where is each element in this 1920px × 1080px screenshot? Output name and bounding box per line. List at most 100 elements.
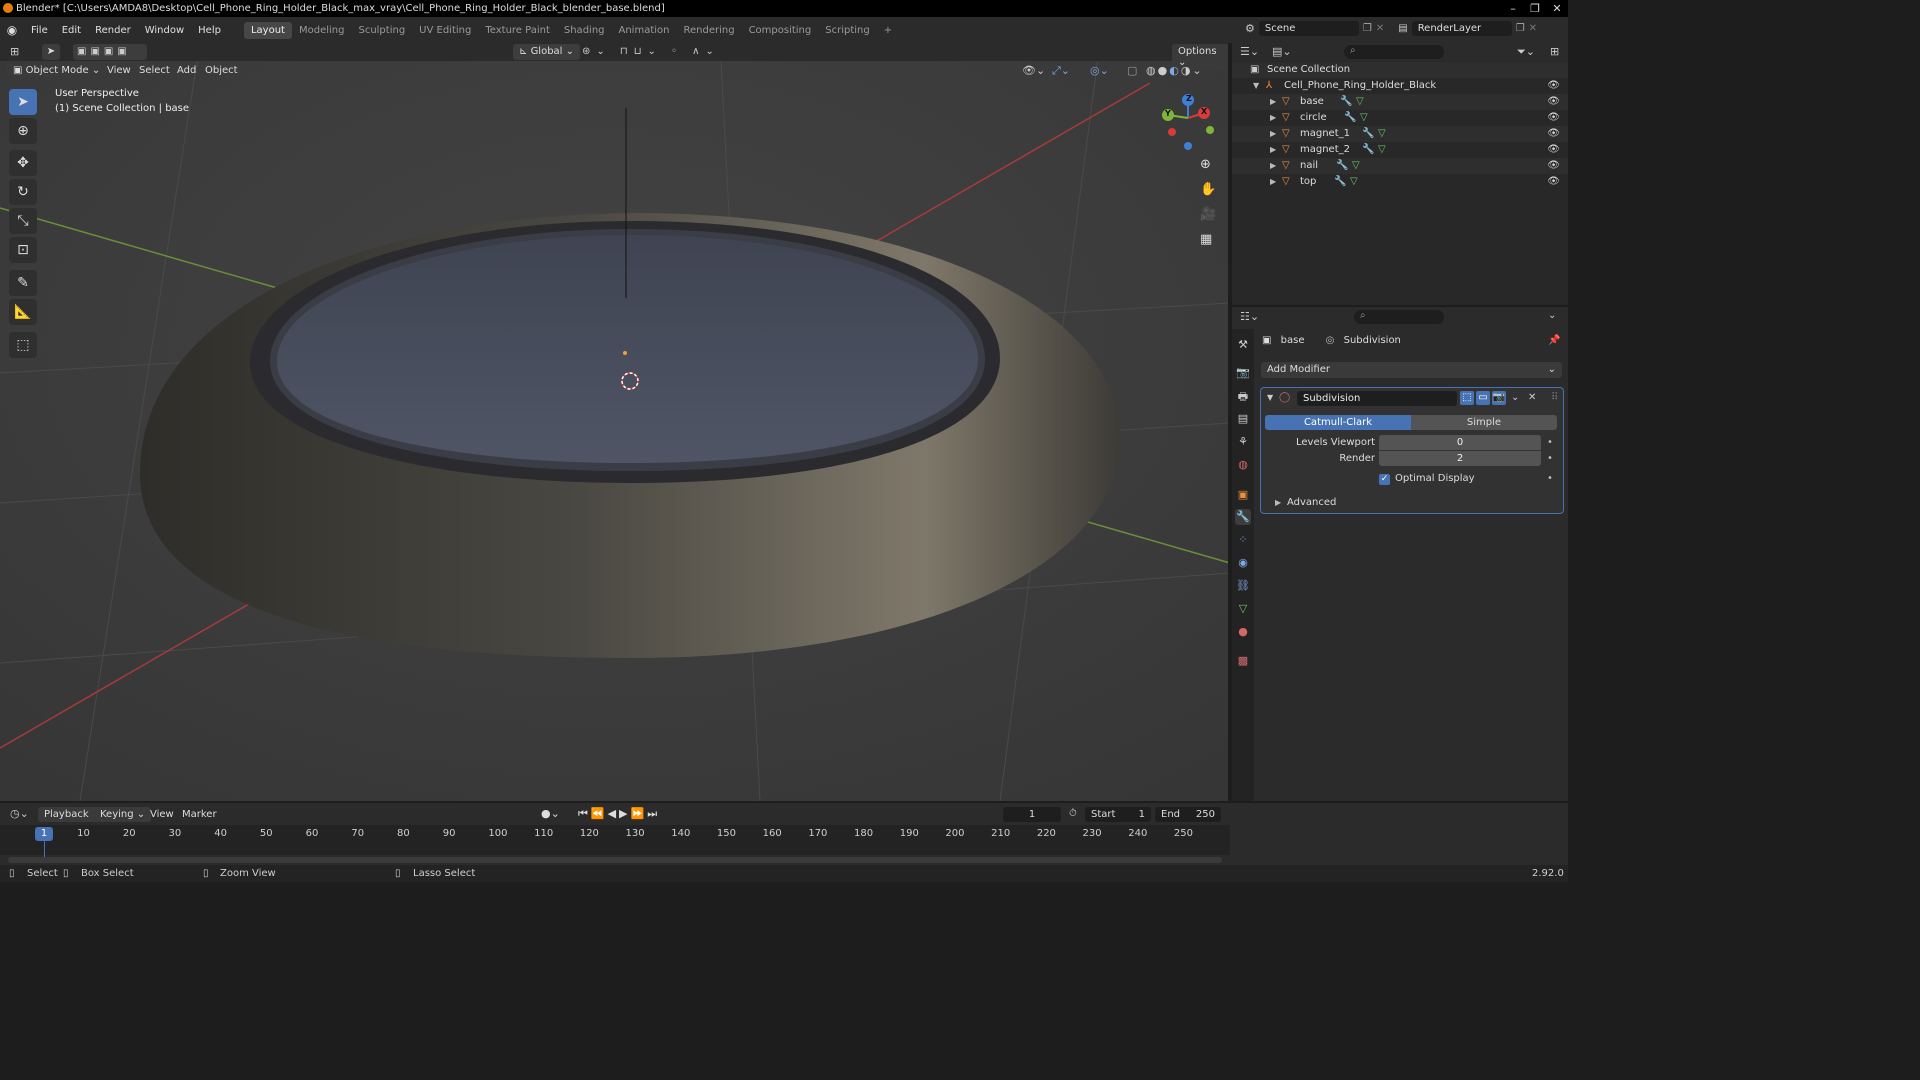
texture-tab-icon[interactable]: ▩ bbox=[1235, 653, 1251, 669]
optimal-display-checkbox[interactable]: ✓ bbox=[1379, 474, 1390, 485]
properties-editor-icon[interactable]: ☷⌄ bbox=[1240, 310, 1259, 323]
visibility-eye-icon[interactable]: 👁 bbox=[1547, 158, 1560, 174]
tab-sculpting[interactable]: Sculpting bbox=[351, 22, 412, 39]
menu-file[interactable]: File bbox=[24, 25, 55, 36]
modifier-wrench-icon[interactable]: 🔧 bbox=[1334, 174, 1346, 190]
levels-viewport-field[interactable]: 0 bbox=[1379, 435, 1541, 450]
annotate-tool-icon[interactable]: ✎ bbox=[9, 270, 37, 296]
pin-icon[interactable]: 📌 bbox=[1548, 335, 1560, 346]
snap-pivot-icons[interactable]: ⊛⌄ ⊓⊔⌄ ◦ ∧⌄ bbox=[582, 44, 720, 60]
add-cube-tool-icon[interactable]: ⬚ bbox=[9, 332, 37, 358]
tab-rendering[interactable]: Rendering bbox=[676, 22, 741, 39]
expand-arrow-icon[interactable]: ▶ bbox=[1270, 142, 1276, 158]
material-tab-icon[interactable]: ● bbox=[1235, 624, 1251, 640]
overlay-toggle-icon[interactable]: ◎⌄ bbox=[1090, 64, 1109, 77]
keyframe-dot-icon[interactable]: • bbox=[1547, 453, 1553, 464]
timeline-ruler[interactable]: 10 20 30 40 50 60 70 80 90 100 110 120 130 140 150 160 1… bbox=[0, 825, 1230, 859]
expand-arrow-icon[interactable]: ▶ bbox=[1270, 110, 1276, 126]
outliner-object-circle[interactable]: ▶ ▽ circle 🔧 ▽ 👁 bbox=[1232, 110, 1568, 126]
new-collection-icon[interactable]: ⊞ bbox=[1550, 45, 1559, 58]
scene-name-field[interactable]: Scene bbox=[1258, 21, 1359, 36]
remove-modifier-icon[interactable]: ✕ bbox=[1528, 392, 1536, 403]
select-box-tool-icon[interactable]: ➤ bbox=[9, 89, 37, 115]
tab-animation[interactable]: Animation bbox=[612, 22, 677, 39]
render-layer-icon[interactable]: ▤ bbox=[1398, 23, 1407, 34]
menu-object[interactable]: Object bbox=[205, 65, 238, 76]
tab-texture-paint[interactable]: Texture Paint bbox=[478, 22, 557, 39]
modifier-wrench-icon[interactable]: 🔧 bbox=[1340, 94, 1352, 110]
tab-modeling[interactable]: Modeling bbox=[292, 22, 352, 39]
record-icon[interactable]: ●⌄ bbox=[541, 807, 560, 820]
collapse-arrow-icon[interactable]: ▼ bbox=[1267, 393, 1273, 402]
outliner-scene-collection[interactable]: ▣ Scene Collection bbox=[1232, 62, 1568, 78]
advanced-expand-icon[interactable]: ▶ bbox=[1275, 498, 1281, 507]
zoom-icon[interactable]: ⊕ bbox=[1200, 157, 1211, 172]
world-tab-icon[interactable]: ◍ bbox=[1235, 457, 1251, 473]
tab-shading[interactable]: Shading bbox=[557, 22, 612, 39]
timeline-view-menu[interactable]: View bbox=[150, 809, 174, 820]
add-workspace-button[interactable]: + bbox=[877, 22, 899, 39]
particles-tab-icon[interactable]: ⁘ bbox=[1235, 532, 1251, 548]
timeline-scrollbar[interactable] bbox=[8, 857, 1222, 863]
modifier-wrench-icon[interactable]: 🔧 bbox=[1344, 110, 1356, 126]
xray-icon[interactable]: ▢ bbox=[1127, 64, 1137, 77]
outliner-editor-icon[interactable]: ☰⌄ bbox=[1240, 45, 1259, 58]
visibility-eye-icon[interactable]: 👁 bbox=[1547, 94, 1560, 110]
start-frame-field[interactable]: Start 1 bbox=[1085, 807, 1151, 822]
modifier-wrench-icon[interactable]: 🔧 bbox=[1362, 126, 1374, 142]
outliner-collection-row[interactable]: ▼ ⅄ Cell_Phone_Ring_Holder_Black 👁 bbox=[1232, 78, 1568, 94]
mesh-data-icon[interactable]: ▽ bbox=[1350, 174, 1358, 190]
modifier-name-field[interactable]: Subdivision bbox=[1297, 391, 1457, 406]
visibility-eye-icon[interactable]: 👁 bbox=[1547, 78, 1560, 94]
outliner-object-magnet-2[interactable]: ▶ ▽ magnet_2 🔧 ▽ 👁 bbox=[1232, 142, 1568, 158]
visibility-eye-icon[interactable]: 👁 bbox=[1547, 174, 1560, 190]
expand-arrow-icon[interactable]: ▶ bbox=[1270, 126, 1276, 142]
cursor-tool-icon[interactable]: ⊕ bbox=[9, 118, 37, 144]
remove-scene-icon[interactable]: ✕ bbox=[1376, 23, 1384, 34]
timeline-editor-icon[interactable]: ◷⌄ bbox=[10, 807, 29, 820]
transform-orientation-dropdown[interactable]: ⊾ Global ⌄ bbox=[513, 44, 581, 60]
menu-edit[interactable]: Edit bbox=[55, 25, 88, 36]
close-icon[interactable]: ✕ bbox=[1546, 0, 1568, 17]
new-scene-icon[interactable]: ❐ bbox=[1363, 23, 1372, 34]
move-tool-icon[interactable]: ✥ bbox=[9, 150, 37, 176]
visibility-eye-icon[interactable]: 👁 bbox=[1547, 142, 1560, 158]
properties-options-icon[interactable]: ⌄ bbox=[1548, 310, 1556, 321]
data-tab-icon[interactable]: ▽ bbox=[1235, 601, 1251, 617]
render-layer-field[interactable]: RenderLayer bbox=[1411, 21, 1512, 36]
scene-tab-icon[interactable]: ⚘ bbox=[1235, 434, 1251, 450]
visibility-icon[interactable]: 👁⌄ bbox=[1022, 64, 1045, 77]
menu-window[interactable]: Window bbox=[138, 25, 191, 36]
timeline-marker-menu[interactable]: Marker bbox=[182, 809, 217, 820]
outliner-search-input[interactable]: ⌕ bbox=[1344, 45, 1444, 59]
scale-tool-icon[interactable]: ⤡ bbox=[9, 208, 37, 234]
menu-view[interactable]: View bbox=[107, 65, 131, 76]
playhead-frame[interactable]: 1 bbox=[35, 827, 53, 841]
shading-mode-icons[interactable]: ◍●◐◑⌄ bbox=[1146, 64, 1204, 77]
outliner-object-top[interactable]: ▶ ▽ top 🔧 ▽ 👁 bbox=[1232, 174, 1568, 190]
tool-tab-icon[interactable]: ⚒ bbox=[1235, 337, 1251, 353]
modifier-wrench-icon[interactable]: 🔧 bbox=[1336, 158, 1348, 174]
current-frame-field[interactable]: 1 bbox=[1003, 807, 1061, 822]
render-levels-field[interactable]: 2 bbox=[1379, 451, 1541, 466]
visibility-eye-icon[interactable]: 👁 bbox=[1547, 126, 1560, 142]
tab-scripting[interactable]: Scripting bbox=[818, 22, 876, 39]
rotate-tool-icon[interactable]: ↻ bbox=[9, 179, 37, 205]
pan-hand-icon[interactable]: ✋ bbox=[1200, 182, 1216, 197]
tab-layout[interactable]: Layout bbox=[243, 21, 292, 39]
object-mode-dropdown[interactable]: ▣ Object Mode ⌄ bbox=[7, 63, 107, 78]
mesh-data-icon[interactable]: ▽ bbox=[1378, 142, 1386, 158]
stopwatch-icon[interactable]: ⏱ bbox=[1069, 808, 1077, 819]
keyframe-dot-icon[interactable]: • bbox=[1547, 437, 1553, 448]
transform-tool-icon[interactable]: ⊡ bbox=[9, 237, 37, 263]
render-toggle-icon[interactable]: 📷 bbox=[1492, 391, 1506, 405]
mesh-data-icon[interactable]: ▽ bbox=[1360, 110, 1368, 126]
new-layer-icon[interactable]: ❐ bbox=[1516, 23, 1525, 34]
keyframe-dot-icon[interactable]: • bbox=[1547, 473, 1553, 484]
drag-handle-icon[interactable]: ⠿ bbox=[1551, 392, 1558, 403]
physics-tab-icon[interactable]: ◉ bbox=[1235, 555, 1251, 571]
constraints-tab-icon[interactable]: ⛓ bbox=[1235, 578, 1251, 594]
playback-controls-icons[interactable]: ⏮⏪◀▶⏩⏭ bbox=[578, 807, 660, 821]
visibility-eye-icon[interactable]: 👁 bbox=[1547, 110, 1560, 126]
viewport-scene[interactable] bbox=[0, 43, 1230, 801]
